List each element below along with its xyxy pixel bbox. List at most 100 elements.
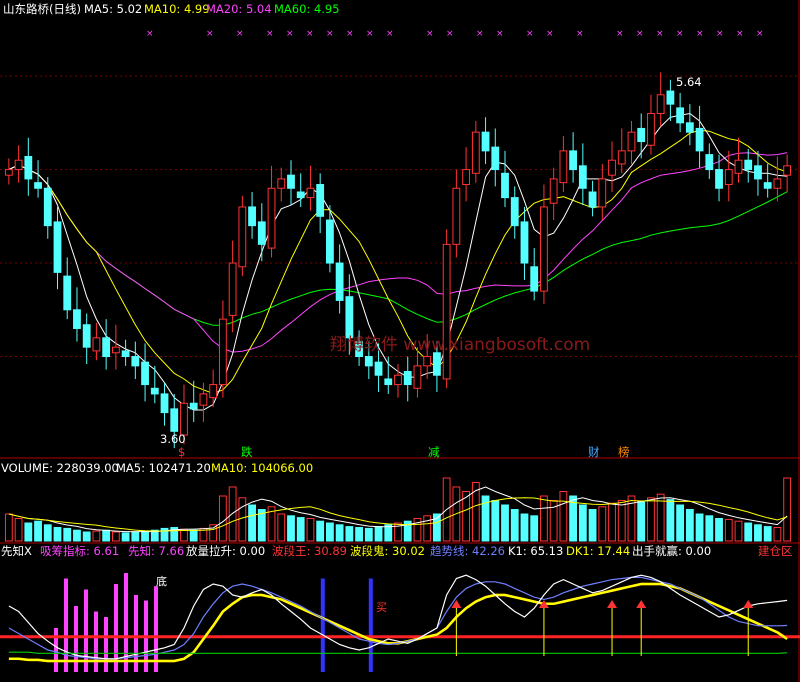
candle-body-16	[160, 393, 169, 414]
candle-body-56	[549, 178, 558, 204]
candle-body-42	[413, 365, 422, 389]
candle-body-40	[394, 374, 402, 386]
candle-body-75	[734, 159, 743, 174]
volume-bar-30	[296, 517, 305, 542]
volume-bar-7	[73, 529, 81, 542]
candle-body-43	[423, 356, 432, 367]
candle-body-52	[510, 197, 519, 227]
volume-bar-70	[685, 509, 694, 542]
signal-dollar: $	[178, 445, 185, 459]
x-marker-0: ×	[146, 29, 154, 39]
candle-body-24	[238, 206, 247, 268]
volume-bar-23	[228, 486, 237, 542]
volume-bar-61	[598, 506, 607, 542]
ind-dk1: DK1: 17.44	[566, 544, 630, 558]
volume-bar-74	[724, 518, 733, 542]
xichou-bar-3	[84, 589, 88, 672]
candle-body-48	[471, 131, 480, 174]
candle-body-72	[705, 154, 714, 171]
volume-bar-35	[345, 526, 354, 542]
x-marker-11: ×	[446, 29, 454, 39]
volume-label: VOLUME: 228039.00	[1, 461, 119, 475]
x-marker-13: ×	[496, 29, 504, 39]
ind-xianzhi: 先知: 7.66	[128, 544, 184, 558]
signal-die: 跌	[241, 445, 253, 459]
watermark: 翔博软件 www.xiangbosoft.com	[330, 335, 590, 355]
signal-jian: 减	[428, 445, 440, 459]
ind-qushixian: 趋势线: 42.26	[430, 544, 505, 558]
volume-bar-59	[578, 504, 587, 542]
volume-bar-53	[520, 513, 529, 542]
ind-boduangui: 波段鬼: 30.02	[350, 544, 425, 558]
candle-body-18	[180, 402, 188, 436]
stock-chart: × × × × × × × × × × × × × × × × × × × × × × × × × 山东路桥(日线) MA5: …	[0, 0, 800, 682]
x-marker-20: ×	[676, 29, 684, 39]
ma10-value: MA10: 4.99	[144, 2, 210, 16]
candle-body-53	[520, 221, 529, 264]
volume-bar-21	[209, 524, 218, 542]
x-marker-3: ×	[266, 29, 274, 39]
xichou-bar-1	[64, 578, 68, 672]
chart-title: 山东路桥(日线)	[3, 2, 81, 16]
signal-bang: 榜	[618, 445, 630, 459]
volume-bar-75	[734, 520, 743, 542]
x-marker-10: ×	[426, 29, 434, 39]
candle-body-57	[559, 150, 568, 184]
candle-body-29	[287, 174, 295, 189]
x-marker-8: ×	[366, 29, 374, 39]
ind-boduanwang: 波段王: 30.89	[272, 544, 347, 558]
high-price-label: 5.64	[676, 75, 702, 89]
xichou-bar-0	[54, 628, 58, 672]
candle-body-32	[316, 184, 325, 217]
candle-body-73	[715, 169, 723, 189]
candle-body-79	[773, 178, 782, 189]
candle-body-64	[627, 131, 636, 152]
candle-body-62	[608, 159, 616, 176]
x-marker-12: ×	[476, 29, 484, 39]
candle-body-66	[647, 112, 655, 146]
candle-body-10	[102, 337, 111, 358]
volume-ma10: MA10: 104066.00	[211, 461, 313, 475]
x-marker-16: ×	[576, 29, 584, 39]
candle-body-77	[754, 165, 762, 180]
volume-bar-4	[43, 524, 52, 542]
candle-body-2	[24, 155, 33, 180]
volume-bar-5	[53, 527, 62, 542]
candle-body-49	[481, 131, 490, 152]
low-marker: 底	[156, 574, 167, 588]
volume-bar-2	[24, 522, 33, 542]
candle-body-61	[598, 178, 607, 208]
volume-bar-18	[180, 528, 188, 542]
volume-bar-76	[744, 522, 753, 542]
volume-bar-50	[491, 500, 500, 542]
candle-body-45	[442, 243, 451, 380]
candle-body-3	[34, 182, 42, 189]
volume-bar-14	[141, 530, 149, 542]
volume-bar-79	[773, 527, 782, 542]
ma20-line	[8, 152, 788, 353]
volume-bar-36	[355, 527, 363, 542]
volume-bar-13	[131, 531, 140, 542]
candle-body-70	[685, 122, 694, 133]
ma20-path	[8, 152, 788, 353]
low-price-label: 3.60	[160, 432, 186, 446]
candle-body-9	[92, 337, 101, 352]
x-marker-6: ×	[326, 29, 334, 39]
xichou-bar-5	[104, 617, 108, 672]
candle-body-44	[433, 352, 441, 376]
candle-body-78	[763, 182, 772, 189]
up-arrow-2	[607, 600, 618, 608]
candle-body-19	[189, 402, 198, 410]
candles	[4, 72, 792, 449]
volume-bar-32	[316, 520, 325, 542]
candle-body-6	[63, 275, 72, 311]
candle-body-27	[267, 187, 276, 249]
volume-bar-1	[14, 518, 23, 542]
x-marker-5: ×	[306, 29, 314, 39]
candle-body-20	[199, 393, 208, 406]
x-marker-18: ×	[636, 29, 644, 39]
volume-bar-19	[189, 529, 198, 542]
x-marker-9: ×	[386, 29, 394, 39]
candle-body-28	[277, 178, 286, 189]
volume-bar-6	[63, 527, 72, 542]
